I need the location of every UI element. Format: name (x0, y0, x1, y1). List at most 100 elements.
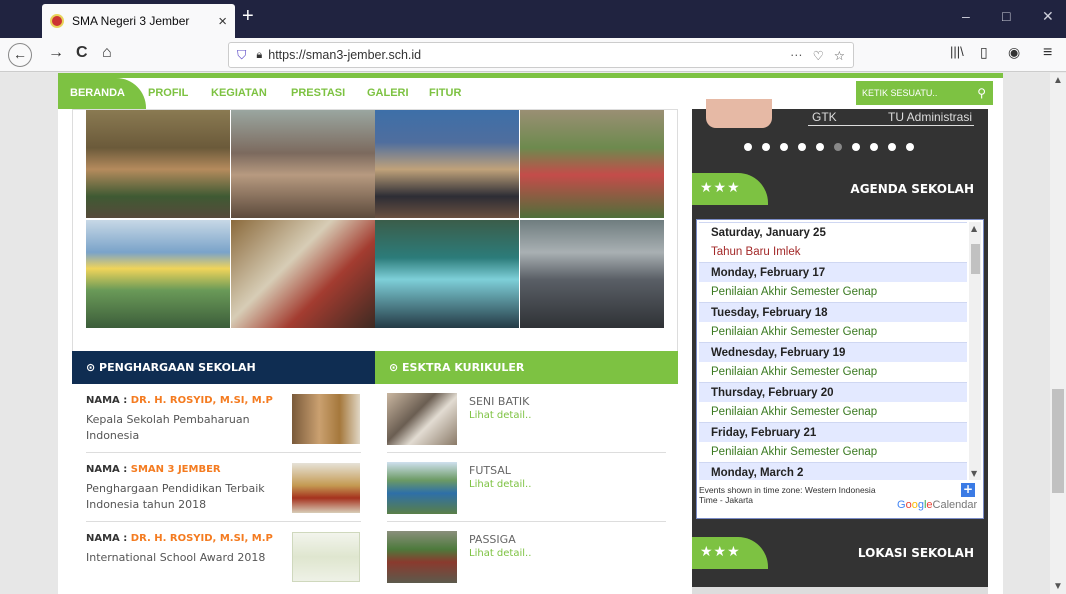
new-tab-button[interactable]: + (242, 5, 254, 28)
menu-item-galeri[interactable]: GALERI (367, 78, 409, 109)
calendar-date-header: Thursday, February 20 (699, 382, 967, 402)
shield-icon[interactable]: ⛉ (237, 48, 246, 63)
close-window-button[interactable]: ✕ (1042, 8, 1054, 25)
award-desc: Kepala Sekolah Pembaharuan Indonesia (86, 413, 250, 442)
reload-button[interactable]: C (76, 44, 88, 62)
home-button[interactable]: ⌂ (102, 44, 112, 62)
award-name: NAMA : DR. H. ROSYID, M.SI, M.P (86, 395, 273, 406)
minimize-button[interactable]: – (962, 8, 970, 24)
award-item[interactable]: NAMA : SMAN 3 JEMBER Penghargaan Pendidi… (86, 453, 361, 522)
slider-dots (744, 143, 914, 151)
lock-icon: 🔒︎ (256, 48, 263, 61)
award-desc: International School Award 2018 (86, 551, 266, 564)
slider-dot[interactable] (870, 143, 878, 151)
menu-item-beranda[interactable]: BERANDA (58, 78, 146, 109)
ekstra-item[interactable]: FUTSAL Lihat detail.. (387, 453, 666, 522)
calendar-event[interactable]: Penilaian Akhir Semester Genap (699, 442, 967, 462)
gallery-photo[interactable] (86, 110, 230, 218)
bookmark-star-icon[interactable]: ☆ (834, 48, 845, 63)
award-name-label: NAMA : (86, 464, 128, 475)
url-text[interactable]: https://sman3-jember.sch.id (268, 48, 780, 62)
maximize-button[interactable]: □ (1002, 8, 1010, 24)
menu-item-fitur[interactable]: FITUR (429, 78, 461, 109)
slider-dot[interactable] (906, 143, 914, 151)
agenda-title: AGENDA SEKOLAH (850, 182, 974, 196)
account-icon[interactable]: ◉ (1008, 44, 1020, 61)
calendar-agenda-list[interactable]: Saturday, January 25 Tahun Baru Imlek Mond… (699, 222, 967, 480)
calendar-event[interactable]: Penilaian Akhir Semester Genap (699, 282, 967, 302)
search-placeholder: KETIK SESUATU.. (862, 88, 938, 98)
ekstra-item[interactable]: SENI BATIK Lihat detail.. (387, 384, 666, 453)
google-calendar-logo[interactable]: GoogleCalendar (897, 499, 977, 511)
slider-dot[interactable] (798, 143, 806, 151)
right-sidebar: GTK TU Administrasi ★★★ AGENDA SEKOLAH S… (692, 99, 988, 594)
calendar-event[interactable]: Penilaian Akhir Semester Genap (699, 362, 967, 382)
ekstra-item[interactable]: PASSIGA Lihat detail.. (387, 522, 666, 591)
ekstra-detail-link[interactable]: Lihat detail.. (469, 479, 531, 490)
tu-label: TU Administrasi (888, 110, 973, 124)
back-button[interactable]: ← (8, 43, 32, 67)
app-menu-icon[interactable]: ≡ (1043, 44, 1052, 62)
calendar-event[interactable]: Penilaian Akhir Semester Genap (699, 402, 967, 422)
slider-divider (808, 125, 974, 126)
gallery-photo[interactable] (231, 220, 375, 328)
page-viewport: BERANDA PROFIL KEGIATAN PRESTASI GALERI … (0, 73, 1066, 594)
ekstra-image (387, 393, 457, 445)
award-person: SMAN 3 JEMBER (130, 464, 221, 475)
url-bar[interactable]: ⛉ 🔒︎ https://sman3-jember.sch.id ··· ♡ ☆ (228, 42, 854, 68)
sidebar-icon[interactable]: ▯ (980, 44, 988, 61)
gallery-photo[interactable] (520, 110, 664, 218)
agenda-header: ★★★ AGENDA SEKOLAH (692, 173, 988, 205)
calendar-date-header: Monday, February 17 (699, 262, 967, 282)
location-stars: ★★★ (692, 537, 768, 569)
forward-button[interactable]: → (48, 44, 64, 62)
menu-item-profil[interactable]: PROFIL (148, 78, 188, 109)
scroll-up-icon[interactable]: ▲ (1053, 75, 1063, 86)
award-person: DR. H. ROSYID, M.SI, M.P (130, 395, 273, 406)
award-name-label: NAMA : (86, 533, 128, 544)
ekstra-detail-link[interactable]: Lihat detail.. (469, 548, 531, 559)
slider-dot[interactable] (780, 143, 788, 151)
calendar-event[interactable]: Penilaian Akhir Semester Genap (699, 322, 967, 342)
ekstra-detail-link[interactable]: Lihat detail.. (469, 410, 531, 421)
calendar-date-header: Tuesday, February 18 (699, 302, 967, 322)
slider-dot[interactable] (816, 143, 824, 151)
gallery-photo[interactable] (375, 110, 519, 218)
browser-tab[interactable]: SMA Negeri 3 Jember × (42, 4, 235, 38)
gallery-photo[interactable] (86, 220, 230, 328)
gallery-photo[interactable] (231, 110, 375, 218)
calendar-scrollbar[interactable]: ▲ ▼ (969, 222, 981, 480)
gallery-photo[interactable] (375, 220, 519, 328)
search-input[interactable]: KETIK SESUATU.. ⚲ (856, 81, 993, 105)
award-item[interactable]: NAMA : DR. H. ROSYID, M.SI, M.P Internat… (86, 522, 361, 591)
browser-nav-bar: ← → C ⌂ ⛉ 🔒︎ https://sman3-jember.sch.id… (0, 38, 1066, 72)
slider-dot[interactable] (744, 143, 752, 151)
award-item[interactable]: NAMA : DR. H. ROSYID, M.SI, M.P Kepala S… (86, 384, 361, 453)
page-scroll-thumb[interactable] (1052, 389, 1064, 493)
calendar-scroll-thumb[interactable] (971, 244, 980, 274)
menu-item-kegiatan[interactable]: KEGIATAN (211, 78, 267, 109)
add-to-calendar-button[interactable]: + (961, 483, 975, 497)
page-actions-icon[interactable]: ··· (790, 48, 803, 62)
calendar-event[interactable]: Tahun Baru Imlek (699, 242, 967, 262)
search-icon[interactable]: ⚲ (977, 81, 986, 105)
tab-close-icon[interactable]: × (218, 13, 227, 30)
scroll-down-icon[interactable]: ▼ (1053, 581, 1063, 592)
pocket-icon[interactable]: ♡ (813, 48, 824, 63)
calendar-date-header: Saturday, January 25 (699, 222, 967, 242)
location-title: LOKASI SEKOLAH (857, 546, 974, 560)
calendar-date-header: Monday, March 2 (699, 462, 967, 480)
slider-dot[interactable] (762, 143, 770, 151)
slider-dot[interactable] (888, 143, 896, 151)
gallery-photo[interactable] (520, 220, 664, 328)
slider-dot[interactable] (834, 143, 842, 151)
calendar-scroll-down-icon[interactable]: ▼ (971, 469, 977, 478)
calendar-scroll-up-icon[interactable]: ▲ (971, 224, 977, 233)
award-image (292, 532, 360, 582)
page-scrollbar[interactable]: ▲ ▼ (1050, 73, 1066, 594)
school-map[interactable] (692, 587, 988, 594)
slider-dot[interactable] (852, 143, 860, 151)
menu-item-prestasi[interactable]: PRESTASI (291, 78, 345, 109)
library-icon[interactable]: |||\ (950, 44, 964, 59)
calendar-timezone-note: Events shown in time zone: Western Indon… (699, 485, 876, 505)
